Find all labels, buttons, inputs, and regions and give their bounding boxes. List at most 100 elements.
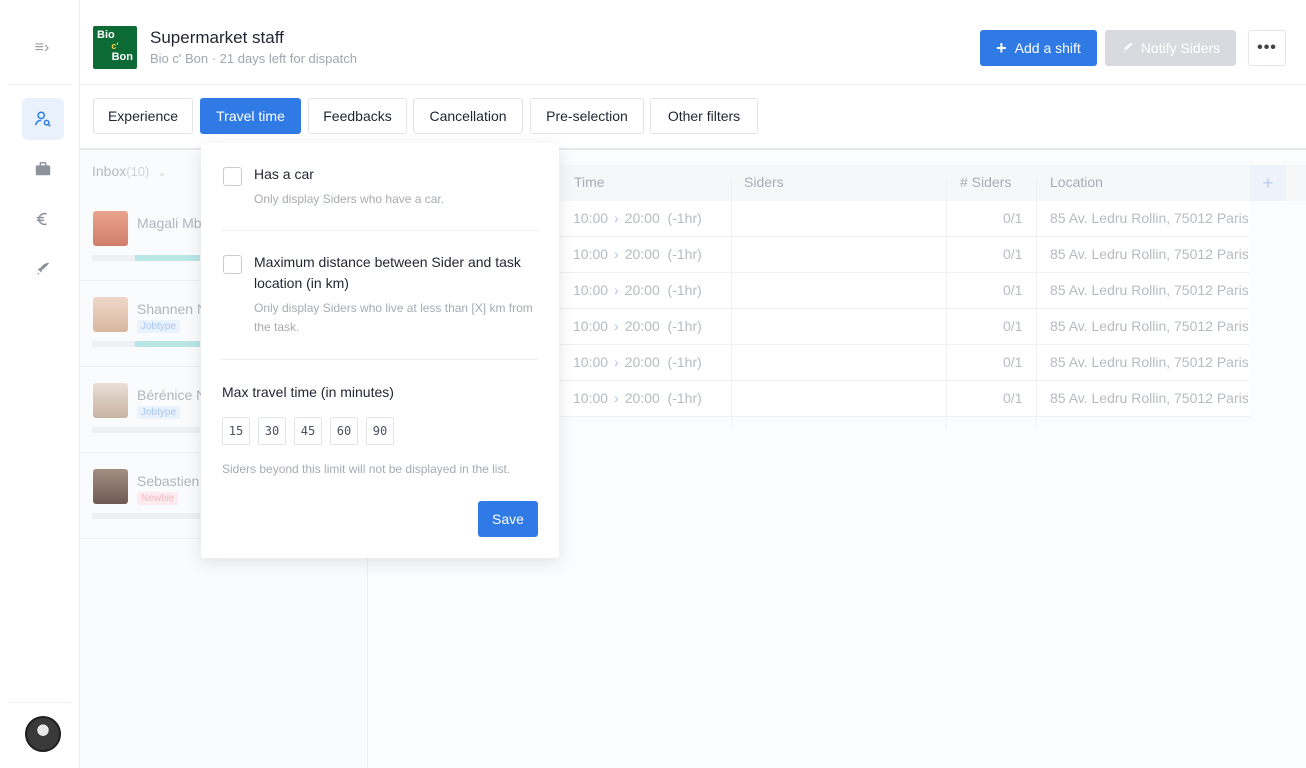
siders-count: 0/1 [1003,318,1023,334]
logo-line-1: Bio [97,29,115,41]
filter-cancellation[interactable]: Cancellation [413,98,523,134]
logo-line-3: Bon [111,51,133,63]
rocket-icon [36,262,50,276]
user-search-icon [35,111,51,127]
company-logo: Bio c' Bon [93,26,137,69]
column-header-siders-count[interactable]: # Siders [960,174,1011,190]
page-header: Bio c' Bon Supermarket staff Bio c' Bon … [80,0,1306,85]
more-options-button[interactable]: ••• [1248,30,1286,66]
has-car-title: Has a car [254,166,314,182]
rail-divider [8,84,71,85]
user-avatar[interactable] [25,716,61,752]
shift-location: 85 Av. Ledru Rollin, 75012 Paris [1050,210,1249,226]
add-column-button[interactable]: + [1250,165,1286,201]
shift-location: 85 Av. Ledru Rollin, 75012 Paris [1050,282,1249,298]
table-row[interactable]: 10:00 › 20:00 (-1hr) 0/1 85 Av. Ledru Roll… [560,273,1250,309]
has-car-description: Only display Siders who have a car. [254,192,445,206]
sider-tag: Jobtype [137,406,181,419]
column-header-siders[interactable]: Siders [744,174,784,190]
popover-divider [221,359,538,360]
max-distance-checkbox[interactable] [223,255,242,274]
filter-feedbacks[interactable]: Feedbacks [308,98,407,134]
briefcase-icon [35,161,51,176]
popover-divider [221,230,538,231]
column-divider [1036,179,1037,429]
travel-option-30[interactable]: 30 [258,417,286,445]
sider-score-bar [92,255,200,261]
rocket-icon [1122,43,1133,53]
notify-siders-label: Notify Siders [1140,40,1221,56]
filter-experience[interactable]: Experience [93,98,193,134]
inbox-count: (10) [126,164,150,179]
max-travel-title: Max travel time (in minutes) [222,384,394,400]
nav-launch[interactable] [22,248,64,290]
add-shift-button[interactable]: + Add a shift [980,30,1097,66]
plus-icon: + [996,38,1007,58]
table-row[interactable]: 10:00 › 20:00 (-1hr) 0/1 85 Av. Ledru Roll… [560,237,1250,273]
shift-time: 10:00 › 20:00 (-1hr) [573,354,702,370]
table-header: Time Siders # Siders Location [560,165,1306,201]
save-button[interactable]: Save [478,501,538,537]
shift-time: 10:00 › 20:00 (-1hr) [573,246,702,262]
column-header-location[interactable]: Location [1050,174,1103,190]
sider-name: Shannen N [137,301,208,317]
shift-location: 85 Av. Ledru Rollin, 75012 Paris [1050,390,1249,406]
column-header-time[interactable]: Time [574,174,605,190]
sider-score-bar [92,427,200,433]
shift-location: 85 Av. Ledru Rollin, 75012 Paris [1050,318,1249,334]
table-row[interactable]: 10:00 › 20:00 (-1hr) 0/1 85 Av. Ledru Roll… [560,309,1250,345]
travel-option-45[interactable]: 45 [294,417,322,445]
collapse-menu-icon[interactable]: ≡› [30,38,54,58]
sider-avatar [93,211,128,246]
table-row[interactable]: 10:00 › 20:00 (-1hr) 0/1 85 Av. Ledru Roll… [560,345,1250,381]
sider-avatar [93,383,128,418]
column-divider [731,179,732,429]
page-title: Supermarket staff [150,28,284,47]
sider-tag: Newbie [137,492,179,505]
filter-other[interactable]: Other filters [650,98,758,134]
sider-name: Sebastien [137,473,200,489]
siders-count: 0/1 [1003,390,1023,406]
sider-avatar [93,469,128,504]
shift-location: 85 Av. Ledru Rollin, 75012 Paris [1050,246,1249,262]
nav-invoices[interactable] [22,198,64,240]
siders-count: 0/1 [1003,354,1023,370]
siders-count: 0/1 [1003,246,1023,262]
inbox-header[interactable]: Inbox(10) ⌄ [92,163,167,179]
sider-tag: Jobtype [137,320,181,333]
filter-pre-selection[interactable]: Pre-selection [530,98,644,134]
siders-count: 0/1 [1003,210,1023,226]
max-distance-description: Only display Siders who live at less tha… [254,301,533,334]
inbox-label: Inbox [92,163,127,179]
notify-siders-button[interactable]: Notify Siders [1105,30,1236,66]
rail-divider-bottom [8,702,71,703]
ellipsis-icon: ••• [1257,39,1277,56]
column-divider [946,179,947,429]
filter-bar: Experience Travel time Feedbacks Cancell… [80,85,1306,150]
left-rail: ≡› [0,0,80,768]
shift-time: 10:00 › 20:00 (-1hr) [573,318,702,334]
euro-icon [36,212,47,226]
has-car-checkbox[interactable] [223,167,242,186]
chevron-down-icon: ⌄ [157,167,167,179]
sider-avatar [93,297,128,332]
sider-score-bar [92,513,200,519]
travel-option-15[interactable]: 15 [222,417,250,445]
shift-time: 10:00 › 20:00 (-1hr) [573,282,702,298]
table-row[interactable]: 10:00 › 20:00 (-1hr) 0/1 85 Av. Ledru Roll… [560,201,1250,237]
travel-hint: Siders beyond this limit will not be dis… [222,462,511,476]
sider-score-bar [92,341,200,347]
siders-count: 0/1 [1003,282,1023,298]
nav-missions[interactable] [22,148,64,190]
travel-option-60[interactable]: 60 [330,417,358,445]
shift-time: 10:00 › 20:00 (-1hr) [573,210,702,226]
shift-location: 85 Av. Ledru Rollin, 75012 Paris [1050,354,1249,370]
travel-option-90[interactable]: 90 [366,417,394,445]
page-subtitle: Bio c' Bon · 21 days left for dispatch [150,51,357,66]
add-shift-label: Add a shift [1014,40,1081,56]
travel-time-popover: Has a car Only display Siders who have a… [201,143,559,558]
table-row[interactable]: 10:00 › 20:00 (-1hr) 0/1 85 Av. Ledru Roll… [560,381,1250,417]
filter-travel-time[interactable]: Travel time [200,98,301,134]
sider-name: Magali Mb [137,215,202,231]
nav-siders[interactable] [22,98,64,140]
